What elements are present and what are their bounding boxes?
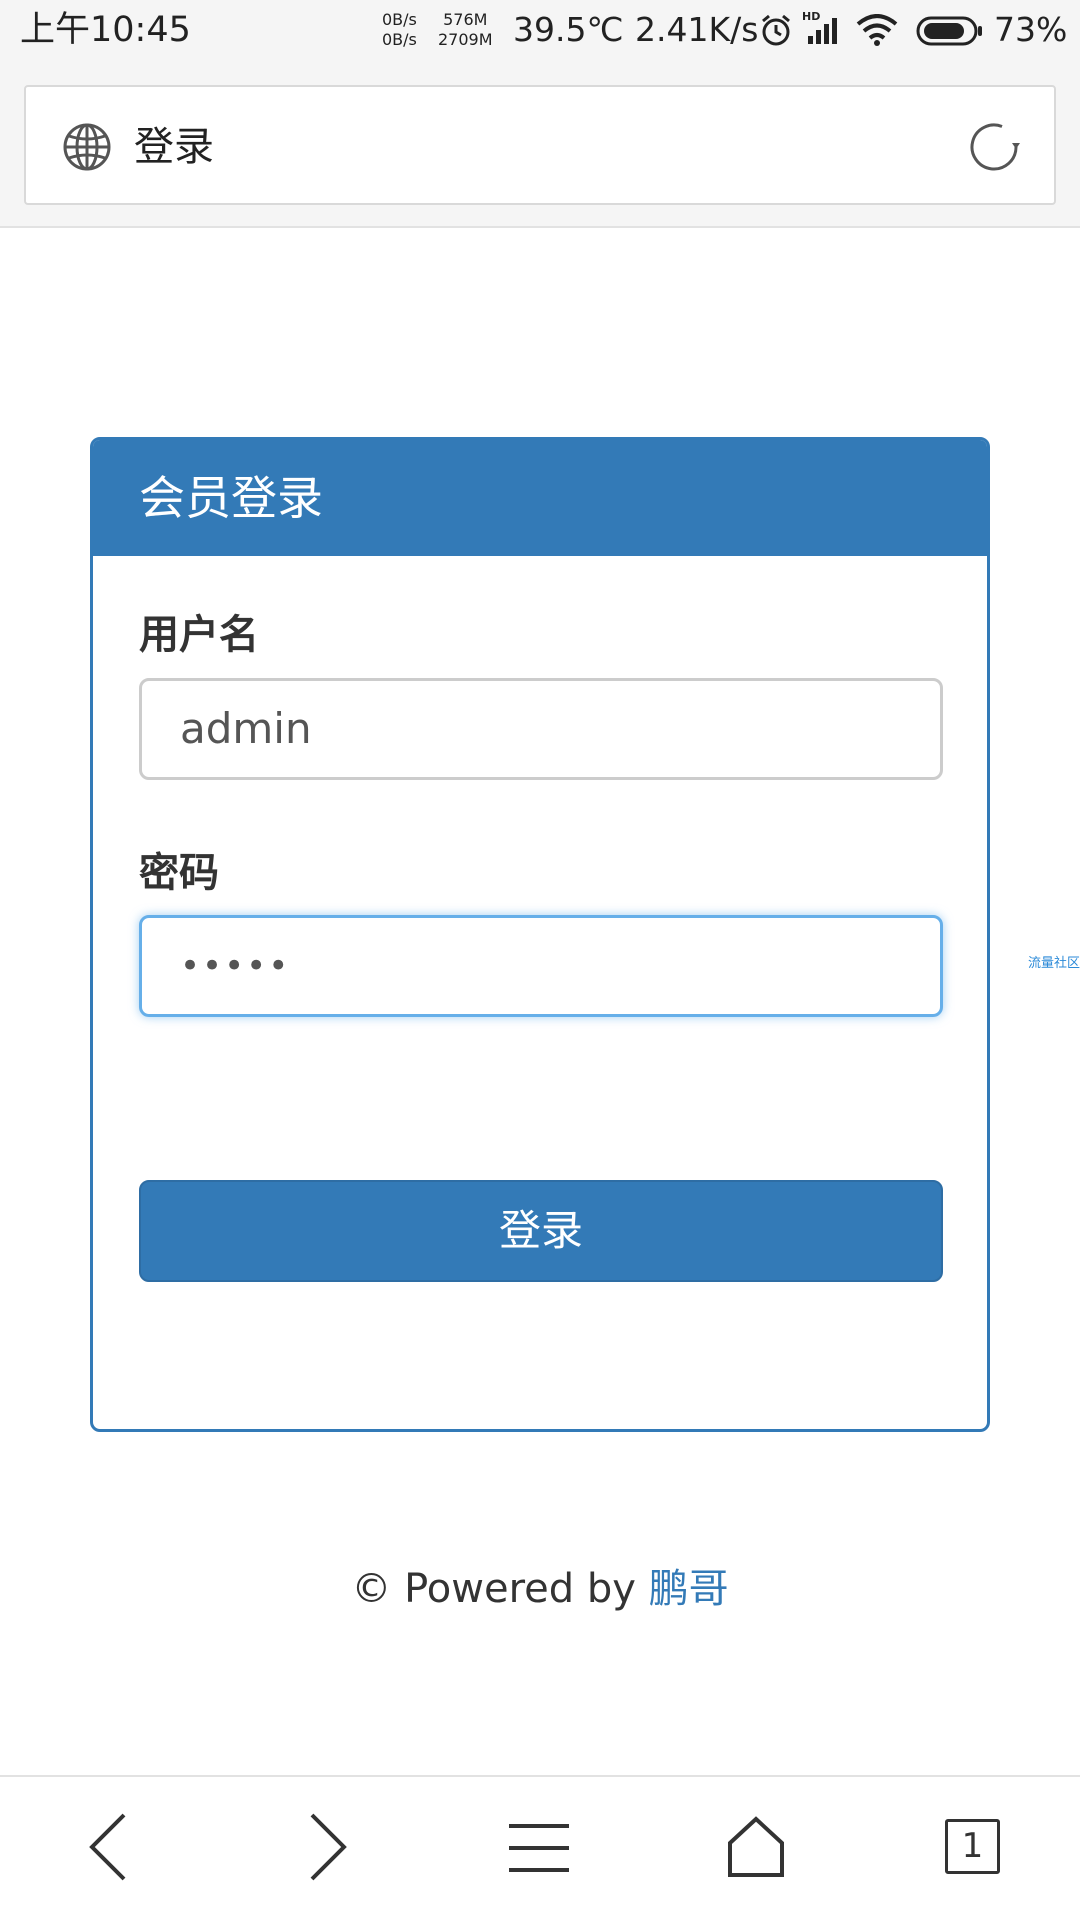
battery-icon xyxy=(916,14,984,52)
footer-author-link[interactable]: 鹏哥 xyxy=(649,1566,729,1612)
network-speed: 2.41K/s xyxy=(635,10,759,49)
footer-text: © Powered by xyxy=(351,1566,649,1612)
wifi-icon xyxy=(856,14,898,50)
address-bar[interactable]: 登录 xyxy=(24,85,1056,205)
back-button[interactable] xyxy=(84,1807,134,1891)
reload-icon[interactable] xyxy=(964,117,1024,181)
download-rate: 0B/s xyxy=(382,30,417,49)
network-label: HD xyxy=(802,10,820,23)
status-bar: 上午10:45 0B/s 0B/s 576M 2709M 39.5℃ 2.41K… xyxy=(0,0,1080,62)
bottom-navigation: 1 xyxy=(0,1775,1080,1920)
temperature: 39.5℃ xyxy=(513,10,624,49)
network-rate: 0B/s 0B/s xyxy=(382,10,417,50)
password-label: 密码 xyxy=(139,850,219,896)
memory-total: 2709M xyxy=(438,30,493,49)
login-panel: 会员登录 用户名 admin 密码 ••••• 登录 xyxy=(90,437,990,1432)
upload-rate: 0B/s xyxy=(382,10,417,29)
tabs-button[interactable]: 1 xyxy=(945,1819,1000,1874)
memory-used: 576M xyxy=(443,10,488,29)
username-label: 用户名 xyxy=(139,612,259,658)
menu-button[interactable] xyxy=(509,1822,569,1878)
battery-level: 73% xyxy=(994,10,1068,49)
memory-usage: 576M 2709M xyxy=(438,10,493,50)
alarm-icon xyxy=(758,12,794,52)
home-button[interactable] xyxy=(726,1815,786,1883)
globe-icon xyxy=(62,122,112,176)
password-input[interactable]: ••••• xyxy=(139,915,943,1017)
signal-icon: HD xyxy=(802,10,842,50)
clock: 上午10:45 xyxy=(20,10,191,50)
panel-heading: 会员登录 xyxy=(93,440,987,556)
footer: © Powered by 鹏哥 xyxy=(0,1556,1080,1614)
forward-button[interactable] xyxy=(302,1807,352,1891)
browser-toolbar: 登录 xyxy=(0,62,1080,228)
page-title: 登录 xyxy=(134,124,214,170)
login-button[interactable]: 登录 xyxy=(139,1180,943,1282)
side-watermark: 流量社区 xyxy=(1028,956,1080,971)
username-input[interactable]: admin xyxy=(139,678,943,780)
